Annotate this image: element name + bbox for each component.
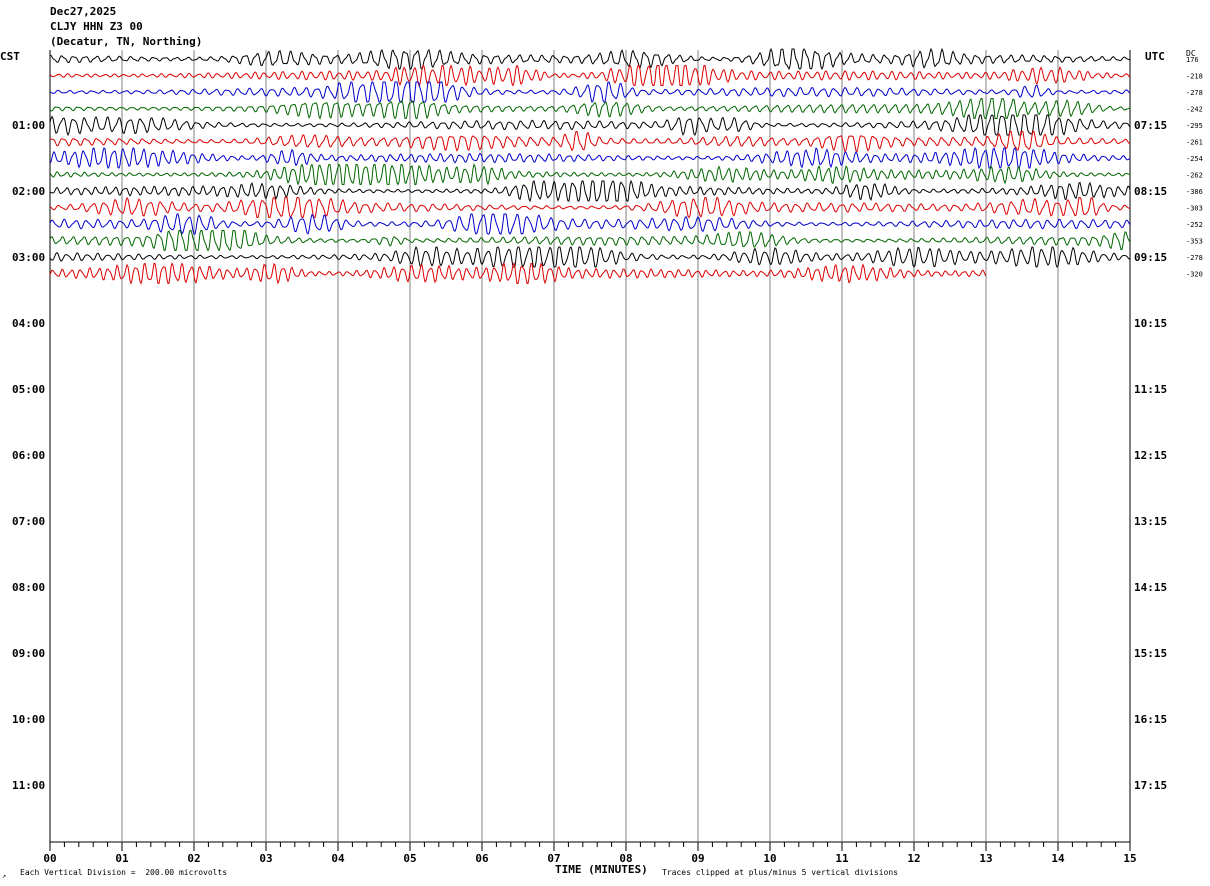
left-hour-label: 04:00 [12,317,45,330]
seismic-trace [49,131,1131,153]
x-tick-label: 10 [763,852,776,865]
left-hour-label: 02:00 [12,185,45,198]
dc-offset-label: -218 [1186,73,1203,81]
dc-offset-label: -252 [1186,221,1203,229]
right-hour-label: 16:15 [1134,713,1167,726]
dc-offset-label: -242 [1186,106,1203,114]
x-tick-label: 03 [259,852,272,865]
left-hour-label: 06:00 [12,449,45,462]
x-tick-label: 00 [43,852,56,865]
seismic-trace [49,163,1131,186]
dc-offset-label: -320 [1186,271,1203,279]
dc-offset-label: -303 [1186,205,1203,213]
left-hour-label: 10:00 [12,713,45,726]
x-tick-label: 14 [1051,852,1065,865]
seismic-trace [49,229,1131,252]
seismic-trace [49,179,1131,203]
right-hour-label: 14:15 [1134,581,1167,594]
seismic-trace [49,245,1131,268]
dc-offset-label: -386 [1186,188,1203,196]
right-hour-label: 15:15 [1134,647,1167,660]
x-tick-label: 07 [547,852,560,865]
x-tick-label: 13 [979,852,992,865]
right-hour-label: 17:15 [1134,779,1167,792]
seismic-trace [49,114,1131,137]
x-tick-label: 01 [115,852,129,865]
left-hour-label: 01:00 [12,119,45,132]
right-hour-label: 09:15 [1134,251,1167,264]
seismic-trace [49,81,1131,103]
left-hour-label: 07:00 [12,515,45,528]
dc-offset-label: -261 [1186,139,1203,147]
left-hour-label: 11:00 [12,779,45,792]
x-tick-label: 15 [1123,852,1136,865]
dc-offset-label: -278 [1186,89,1203,97]
dc-offset-label: -254 [1186,155,1203,163]
right-hour-label: 10:15 [1134,317,1167,330]
x-tick-label: 06 [475,852,489,865]
dc-offset-label: -353 [1186,238,1203,246]
seismogram-plot: 00 01 02 03 04 05 06 07 08 09 10 11 12 13 14 15 01:00 07:… [2,47,1203,880]
right-hour-label: 12:15 [1134,449,1167,462]
x-tick-label: 05 [403,852,416,865]
dc-offset-label: -295 [1186,122,1203,130]
left-hour-label: 09:00 [12,647,45,660]
right-hour-label: 11:15 [1134,383,1167,396]
seismic-trace [49,146,1131,170]
left-hour-label: 08:00 [12,581,45,594]
x-tick-label: 08 [619,852,632,865]
seismic-trace [49,64,1131,87]
x-tick-label: 04 [331,852,345,865]
left-hour-label: 03:00 [12,251,45,264]
right-hour-label: 08:15 [1134,185,1167,198]
dc-offset-label: -278 [1186,254,1203,262]
left-hour-label: 05:00 [12,383,45,396]
x-tick-label: 12 [907,852,920,865]
right-hour-label: 13:15 [1134,515,1167,528]
seismic-trace [49,196,1131,219]
corner-mark: ↗ [2,872,6,880]
right-hour-label: 07:15 [1134,119,1167,132]
dc-offset-label: -262 [1186,172,1203,180]
x-tick-label: 11 [835,852,849,865]
dc-offset-label: 176 [1186,56,1199,64]
x-tick-label: 09 [691,852,704,865]
seismic-trace [49,47,1131,71]
x-tick-label: 02 [187,852,200,865]
seismic-trace [49,262,987,285]
